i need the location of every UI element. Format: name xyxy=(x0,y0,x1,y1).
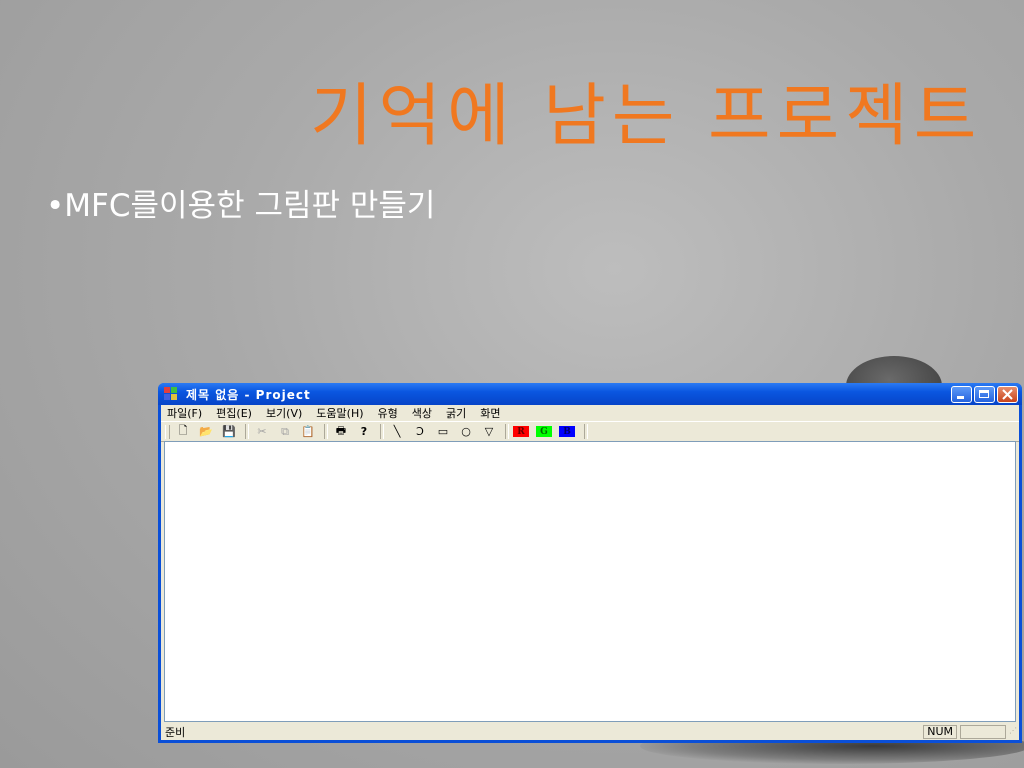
polygon-icon[interactable]: ▽ xyxy=(480,424,498,440)
drawing-canvas[interactable] xyxy=(164,441,1016,722)
toolbar-separator xyxy=(584,424,588,439)
title-bar[interactable]: 제목 없음 - Project xyxy=(158,383,1022,405)
close-icon xyxy=(1002,388,1013,400)
line-icon[interactable]: ╲ xyxy=(388,424,406,440)
color-green-button[interactable]: G xyxy=(536,426,552,437)
copy-icon[interactable]: ⧉ xyxy=(276,424,294,440)
help-icon[interactable]: ? xyxy=(355,424,373,440)
menu-edit[interactable]: 편집(E) xyxy=(216,405,252,421)
open-icon[interactable]: 📂 xyxy=(197,424,215,440)
menu-file[interactable]: 파일(F) xyxy=(167,405,202,421)
status-text: 준비 xyxy=(165,726,186,739)
color-red-button[interactable]: R xyxy=(513,426,529,437)
toolbar-separator xyxy=(380,424,384,439)
toolbar-separator xyxy=(245,424,249,439)
close-button[interactable] xyxy=(997,385,1018,403)
toolbar-separator xyxy=(324,424,328,439)
freehand-icon[interactable]: Ɔ xyxy=(411,424,429,440)
client-area: 파일(F) 편집(E) 보기(V) 도움말(H) 유형 색상 굵기 화면 🗋 📂… xyxy=(161,405,1019,740)
num-lock-indicator: NUM xyxy=(923,725,957,739)
menu-type[interactable]: 유형 xyxy=(378,405,398,421)
toolbar-separator xyxy=(505,424,509,439)
menu-color[interactable]: 색상 xyxy=(412,405,432,421)
app-window: 제목 없음 - Project 파일(F) 편집(E) 보기(V) 도움말(H)… xyxy=(158,383,1022,743)
cut-icon[interactable]: ✂ xyxy=(253,424,271,440)
resize-grip-icon[interactable]: ⋰ xyxy=(1009,726,1019,738)
minimize-button[interactable] xyxy=(951,385,972,403)
rectangle-icon[interactable]: ▭ xyxy=(434,424,452,440)
maximize-button[interactable] xyxy=(974,385,995,403)
paste-icon[interactable]: 📋 xyxy=(299,424,317,440)
color-blue-button[interactable]: B xyxy=(559,426,575,437)
menu-bar: 파일(F) 편집(E) 보기(V) 도움말(H) 유형 색상 굵기 화면 xyxy=(161,405,1019,421)
menu-view[interactable]: 보기(V) xyxy=(266,405,302,421)
ellipse-icon[interactable]: ○ xyxy=(457,424,475,440)
menu-screen[interactable]: 화면 xyxy=(480,405,500,421)
status-bar: 준비 NUM ⋰ xyxy=(161,724,1019,740)
print-icon[interactable]: 🖶 xyxy=(332,424,350,440)
window-title: 제목 없음 - Project xyxy=(186,387,311,402)
maximize-icon xyxy=(979,389,989,398)
new-icon[interactable]: 🗋 xyxy=(174,424,192,440)
toolbar: 🗋 📂 💾 ✂ ⧉ 📋 🖶 ? ╲ Ɔ ▭ ○ ▽ R G B xyxy=(161,421,1019,442)
toolbar-grip[interactable] xyxy=(165,424,170,439)
menu-help[interactable]: 도움말(H) xyxy=(316,405,363,421)
slide-bullet: •MFC를이용한 그림판 만들기 xyxy=(46,188,436,224)
slide-title: 기억에 남는 프로젝트 xyxy=(310,77,983,156)
save-icon[interactable]: 💾 xyxy=(220,424,238,440)
minimize-icon xyxy=(957,395,964,399)
app-icon xyxy=(164,387,180,401)
status-pane-empty xyxy=(960,725,1006,739)
menu-thickness[interactable]: 굵기 xyxy=(446,405,466,421)
